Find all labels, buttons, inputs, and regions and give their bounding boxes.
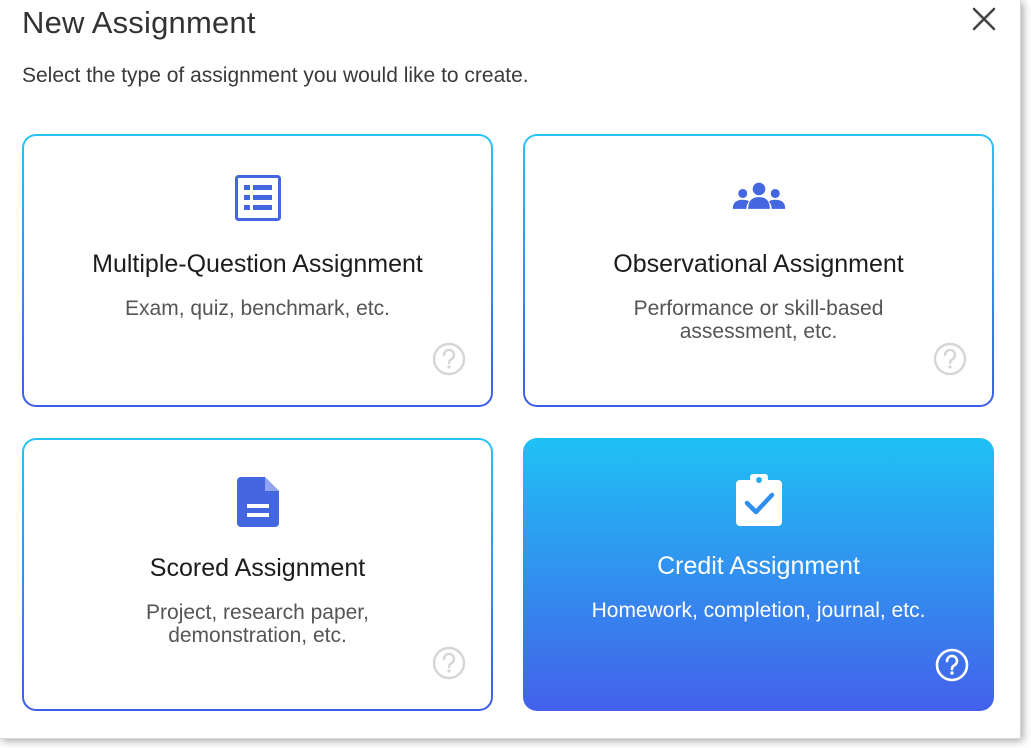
dialog-subtitle: Select the type of assignment you would … (22, 64, 529, 87)
card-description: Homework, completion, journal, etc. (591, 599, 926, 622)
card-description: Performance or skill-based assessment, e… (633, 297, 884, 343)
list-icon (230, 170, 286, 226)
card-scored[interactable]: Scored Assignment Project, research pape… (22, 438, 493, 711)
card-title: Observational Assignment (613, 250, 904, 278)
new-assignment-dialog: New Assignment Select the type of assign… (0, 0, 1021, 739)
card-description: Exam, quiz, benchmark, etc. (125, 297, 390, 320)
close-icon (972, 7, 996, 31)
card-description: Project, research paper, demonstration, … (146, 601, 369, 647)
help-icon[interactable] (933, 342, 967, 376)
card-title: Multiple-Question Assignment (92, 250, 423, 278)
dialog-title: New Assignment (22, 5, 256, 40)
document-icon (230, 474, 286, 530)
card-credit[interactable]: Credit Assignment Homework, completion, … (523, 438, 994, 711)
card-title: Credit Assignment (657, 552, 860, 580)
card-observational[interactable]: Observational Assignment Performance or … (523, 134, 994, 407)
card-title: Scored Assignment (149, 554, 366, 582)
help-icon[interactable] (432, 342, 466, 376)
clipboard-check-icon (731, 472, 787, 528)
help-icon[interactable] (935, 648, 969, 682)
group-icon (731, 170, 787, 226)
help-icon[interactable] (432, 646, 466, 680)
card-multiple-question[interactable]: Multiple-Question Assignment Exam, quiz,… (22, 134, 493, 407)
close-button[interactable] (966, 2, 1002, 38)
